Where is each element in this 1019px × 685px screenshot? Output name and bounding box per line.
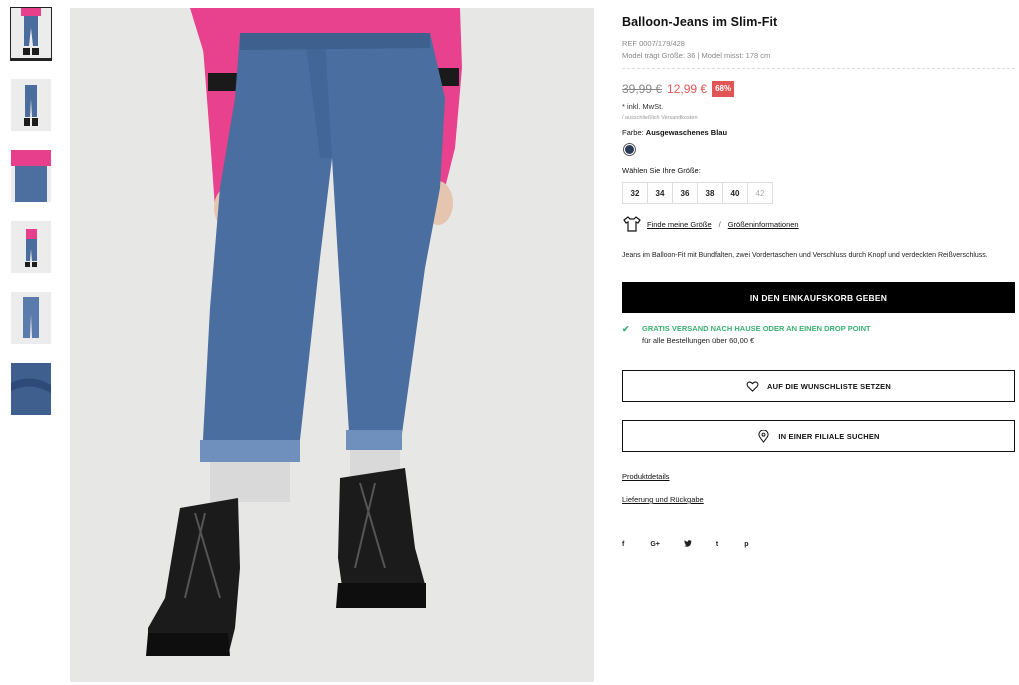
tumblr-icon[interactable]: t — [716, 541, 718, 548]
sale-price: 12,99 € — [667, 82, 708, 96]
free-shipping-subtitle: für alle Bestellungen über 60,00 € — [642, 336, 755, 345]
wishlist-label: AUF DIE WUNSCHLISTE SETZEN — [767, 381, 891, 391]
google-plus-icon[interactable]: G+ — [650, 541, 660, 548]
product-description: Jeans im Balloon-Fit mit Bundfalten, zwe… — [622, 252, 988, 259]
size-option-36[interactable]: 36 — [672, 182, 698, 204]
product-reference: REF 0007/179/428 — [622, 39, 685, 48]
link-separator: / — [718, 219, 721, 229]
size-option-42[interactable]: 42 — [747, 182, 773, 204]
main-product-image[interactable] — [70, 8, 594, 682]
thumbnail-3[interactable] — [11, 150, 51, 202]
product-details-link[interactable]: Produktdetails — [622, 472, 670, 481]
free-shipping-title: GRATIS VERSAND NACH HAUSE ODER AN EINEN … — [642, 324, 871, 333]
facebook-icon[interactable]: f — [622, 541, 624, 548]
tshirt-icon — [623, 216, 641, 232]
size-label: Wählen Sie Ihre Größe: — [622, 166, 701, 175]
model-info: Model trägt Größe: 36 | Model misst: 178… — [622, 51, 771, 60]
size-selector: 32 34 36 38 40 42 — [622, 182, 773, 204]
delivery-returns-link[interactable]: Lieferung und Rückgabe — [622, 495, 704, 504]
social-share: f G+ t p — [622, 540, 749, 549]
color-label-prefix: Farbe: — [622, 128, 644, 137]
find-my-size-link[interactable]: Finde meine Größe — [647, 220, 712, 229]
product-title: Balloon-Jeans im Slim-Fit — [622, 15, 778, 29]
size-option-32[interactable]: 32 — [622, 182, 648, 204]
size-links: Finde meine Größe / Größeninformationen — [622, 216, 799, 232]
color-swatch[interactable] — [623, 143, 636, 156]
color-value: Ausgewaschenes Blau — [645, 128, 728, 137]
divider — [622, 68, 1015, 69]
color-label: Farbe: Ausgewaschenes Blau — [622, 128, 727, 137]
size-option-34[interactable]: 34 — [647, 182, 673, 204]
find-store-label: IN EINER FILIALE SUCHEN — [778, 431, 880, 441]
thumbnail-1[interactable] — [10, 7, 52, 61]
size-option-38[interactable]: 38 — [697, 182, 723, 204]
old-price: 39,99 € — [622, 82, 663, 96]
thumbnail-5[interactable] — [11, 292, 51, 344]
heart-icon — [746, 381, 759, 392]
shipping-cost-note: / ausschließlich Versandkosten — [622, 115, 698, 121]
thumbnail-6[interactable] — [11, 363, 51, 415]
find-in-store-button[interactable]: IN EINER FILIALE SUCHEN — [622, 420, 1015, 452]
add-to-wishlist-button[interactable]: AUF DIE WUNSCHLISTE SETZEN — [622, 370, 1015, 402]
twitter-icon[interactable] — [683, 540, 692, 549]
pinterest-icon[interactable]: p — [744, 541, 748, 548]
tax-note: * inkl. MwSt. — [622, 102, 664, 111]
price-row: 39,99 € 12,99 € 68% — [622, 80, 735, 98]
thumbnail-2[interactable] — [11, 79, 51, 131]
discount-badge: 68% — [712, 81, 735, 97]
location-pin-icon — [758, 429, 770, 443]
size-option-40[interactable]: 40 — [722, 182, 748, 204]
thumbnail-4[interactable] — [11, 221, 51, 273]
size-info-link[interactable]: Größeninformationen — [728, 220, 799, 229]
add-to-cart-button[interactable]: IN DEN EINKAUFSKORB GEBEN — [622, 282, 1015, 313]
check-icon: ✔ — [622, 324, 630, 334]
